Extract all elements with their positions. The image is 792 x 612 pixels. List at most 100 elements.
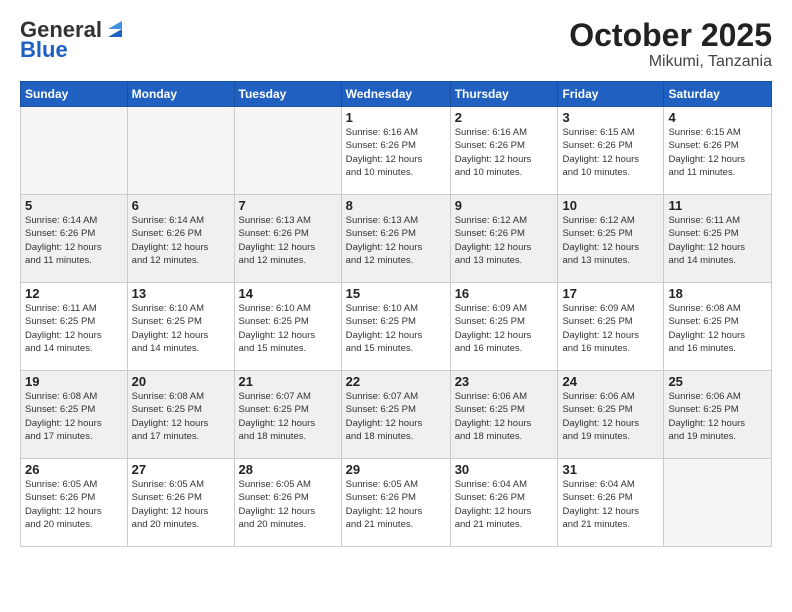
- day-info: Sunrise: 6:04 AMSunset: 6:26 PMDaylight:…: [562, 478, 659, 531]
- page: General Blue October 2025 Mikumi, Tanzan…: [0, 0, 792, 557]
- table-row: 31Sunrise: 6:04 AMSunset: 6:26 PMDayligh…: [558, 459, 664, 547]
- table-row: [127, 107, 234, 195]
- day-info: Sunrise: 6:05 AMSunset: 6:26 PMDaylight:…: [346, 478, 446, 531]
- day-number: 11: [668, 198, 767, 213]
- table-row: 13Sunrise: 6:10 AMSunset: 6:25 PMDayligh…: [127, 283, 234, 371]
- day-info: Sunrise: 6:13 AMSunset: 6:26 PMDaylight:…: [346, 214, 446, 267]
- table-row: 19Sunrise: 6:08 AMSunset: 6:25 PMDayligh…: [21, 371, 128, 459]
- table-row: 9Sunrise: 6:12 AMSunset: 6:26 PMDaylight…: [450, 195, 558, 283]
- table-row: 5Sunrise: 6:14 AMSunset: 6:26 PMDaylight…: [21, 195, 128, 283]
- calendar-week-row: 1Sunrise: 6:16 AMSunset: 6:26 PMDaylight…: [21, 107, 772, 195]
- day-number: 22: [346, 374, 446, 389]
- day-number: 20: [132, 374, 230, 389]
- header-friday: Friday: [558, 82, 664, 107]
- table-row: 15Sunrise: 6:10 AMSunset: 6:25 PMDayligh…: [341, 283, 450, 371]
- day-number: 5: [25, 198, 123, 213]
- day-info: Sunrise: 6:11 AMSunset: 6:25 PMDaylight:…: [25, 302, 123, 355]
- day-info: Sunrise: 6:16 AMSunset: 6:26 PMDaylight:…: [346, 126, 446, 179]
- header-saturday: Saturday: [664, 82, 772, 107]
- day-info: Sunrise: 6:07 AMSunset: 6:25 PMDaylight:…: [346, 390, 446, 443]
- logo: General Blue: [20, 18, 126, 62]
- calendar-week-row: 5Sunrise: 6:14 AMSunset: 6:26 PMDaylight…: [21, 195, 772, 283]
- calendar: Sunday Monday Tuesday Wednesday Thursday…: [20, 81, 772, 547]
- day-number: 28: [239, 462, 337, 477]
- day-info: Sunrise: 6:06 AMSunset: 6:25 PMDaylight:…: [455, 390, 554, 443]
- day-number: 7: [239, 198, 337, 213]
- table-row: 11Sunrise: 6:11 AMSunset: 6:25 PMDayligh…: [664, 195, 772, 283]
- table-row: 25Sunrise: 6:06 AMSunset: 6:25 PMDayligh…: [664, 371, 772, 459]
- table-row: 28Sunrise: 6:05 AMSunset: 6:26 PMDayligh…: [234, 459, 341, 547]
- day-info: Sunrise: 6:15 AMSunset: 6:26 PMDaylight:…: [668, 126, 767, 179]
- day-info: Sunrise: 6:06 AMSunset: 6:25 PMDaylight:…: [668, 390, 767, 443]
- day-info: Sunrise: 6:09 AMSunset: 6:25 PMDaylight:…: [562, 302, 659, 355]
- table-row: 3Sunrise: 6:15 AMSunset: 6:26 PMDaylight…: [558, 107, 664, 195]
- logo-icon: [104, 19, 126, 41]
- day-info: Sunrise: 6:15 AMSunset: 6:26 PMDaylight:…: [562, 126, 659, 179]
- day-info: Sunrise: 6:07 AMSunset: 6:25 PMDaylight:…: [239, 390, 337, 443]
- title-area: October 2025 Mikumi, Tanzania: [569, 18, 772, 71]
- day-info: Sunrise: 6:09 AMSunset: 6:25 PMDaylight:…: [455, 302, 554, 355]
- calendar-week-row: 19Sunrise: 6:08 AMSunset: 6:25 PMDayligh…: [21, 371, 772, 459]
- table-row: 21Sunrise: 6:07 AMSunset: 6:25 PMDayligh…: [234, 371, 341, 459]
- table-row: 10Sunrise: 6:12 AMSunset: 6:25 PMDayligh…: [558, 195, 664, 283]
- day-number: 17: [562, 286, 659, 301]
- day-info: Sunrise: 6:12 AMSunset: 6:26 PMDaylight:…: [455, 214, 554, 267]
- day-number: 31: [562, 462, 659, 477]
- table-row: 8Sunrise: 6:13 AMSunset: 6:26 PMDaylight…: [341, 195, 450, 283]
- day-number: 30: [455, 462, 554, 477]
- table-row: 30Sunrise: 6:04 AMSunset: 6:26 PMDayligh…: [450, 459, 558, 547]
- day-info: Sunrise: 6:10 AMSunset: 6:25 PMDaylight:…: [132, 302, 230, 355]
- day-info: Sunrise: 6:08 AMSunset: 6:25 PMDaylight:…: [25, 390, 123, 443]
- day-number: 18: [668, 286, 767, 301]
- table-row: 29Sunrise: 6:05 AMSunset: 6:26 PMDayligh…: [341, 459, 450, 547]
- day-info: Sunrise: 6:05 AMSunset: 6:26 PMDaylight:…: [239, 478, 337, 531]
- table-row: 2Sunrise: 6:16 AMSunset: 6:26 PMDaylight…: [450, 107, 558, 195]
- table-row: 22Sunrise: 6:07 AMSunset: 6:25 PMDayligh…: [341, 371, 450, 459]
- day-info: Sunrise: 6:10 AMSunset: 6:25 PMDaylight:…: [239, 302, 337, 355]
- day-info: Sunrise: 6:14 AMSunset: 6:26 PMDaylight:…: [25, 214, 123, 267]
- table-row: 26Sunrise: 6:05 AMSunset: 6:26 PMDayligh…: [21, 459, 128, 547]
- table-row: 27Sunrise: 6:05 AMSunset: 6:26 PMDayligh…: [127, 459, 234, 547]
- day-number: 4: [668, 110, 767, 125]
- table-row: 23Sunrise: 6:06 AMSunset: 6:25 PMDayligh…: [450, 371, 558, 459]
- day-number: 24: [562, 374, 659, 389]
- header-tuesday: Tuesday: [234, 82, 341, 107]
- day-info: Sunrise: 6:04 AMSunset: 6:26 PMDaylight:…: [455, 478, 554, 531]
- table-row: [664, 459, 772, 547]
- header-area: General Blue October 2025 Mikumi, Tanzan…: [20, 18, 772, 71]
- day-info: Sunrise: 6:12 AMSunset: 6:25 PMDaylight:…: [562, 214, 659, 267]
- table-row: 18Sunrise: 6:08 AMSunset: 6:25 PMDayligh…: [664, 283, 772, 371]
- day-number: 13: [132, 286, 230, 301]
- header-wednesday: Wednesday: [341, 82, 450, 107]
- table-row: 4Sunrise: 6:15 AMSunset: 6:26 PMDaylight…: [664, 107, 772, 195]
- weekday-header-row: Sunday Monday Tuesday Wednesday Thursday…: [21, 82, 772, 107]
- calendar-week-row: 12Sunrise: 6:11 AMSunset: 6:25 PMDayligh…: [21, 283, 772, 371]
- day-info: Sunrise: 6:13 AMSunset: 6:26 PMDaylight:…: [239, 214, 337, 267]
- day-number: 10: [562, 198, 659, 213]
- day-number: 21: [239, 374, 337, 389]
- location: Mikumi, Tanzania: [569, 53, 772, 71]
- table-row: 20Sunrise: 6:08 AMSunset: 6:25 PMDayligh…: [127, 371, 234, 459]
- day-number: 1: [346, 110, 446, 125]
- table-row: 6Sunrise: 6:14 AMSunset: 6:26 PMDaylight…: [127, 195, 234, 283]
- day-number: 27: [132, 462, 230, 477]
- day-info: Sunrise: 6:06 AMSunset: 6:25 PMDaylight:…: [562, 390, 659, 443]
- table-row: 1Sunrise: 6:16 AMSunset: 6:26 PMDaylight…: [341, 107, 450, 195]
- day-number: 12: [25, 286, 123, 301]
- day-number: 14: [239, 286, 337, 301]
- header-sunday: Sunday: [21, 82, 128, 107]
- day-number: 26: [25, 462, 123, 477]
- table-row: [21, 107, 128, 195]
- header-monday: Monday: [127, 82, 234, 107]
- day-number: 19: [25, 374, 123, 389]
- table-row: 7Sunrise: 6:13 AMSunset: 6:26 PMDaylight…: [234, 195, 341, 283]
- day-number: 8: [346, 198, 446, 213]
- table-row: 16Sunrise: 6:09 AMSunset: 6:25 PMDayligh…: [450, 283, 558, 371]
- table-row: [234, 107, 341, 195]
- day-number: 3: [562, 110, 659, 125]
- day-info: Sunrise: 6:11 AMSunset: 6:25 PMDaylight:…: [668, 214, 767, 267]
- day-info: Sunrise: 6:16 AMSunset: 6:26 PMDaylight:…: [455, 126, 554, 179]
- header-thursday: Thursday: [450, 82, 558, 107]
- day-number: 9: [455, 198, 554, 213]
- day-number: 6: [132, 198, 230, 213]
